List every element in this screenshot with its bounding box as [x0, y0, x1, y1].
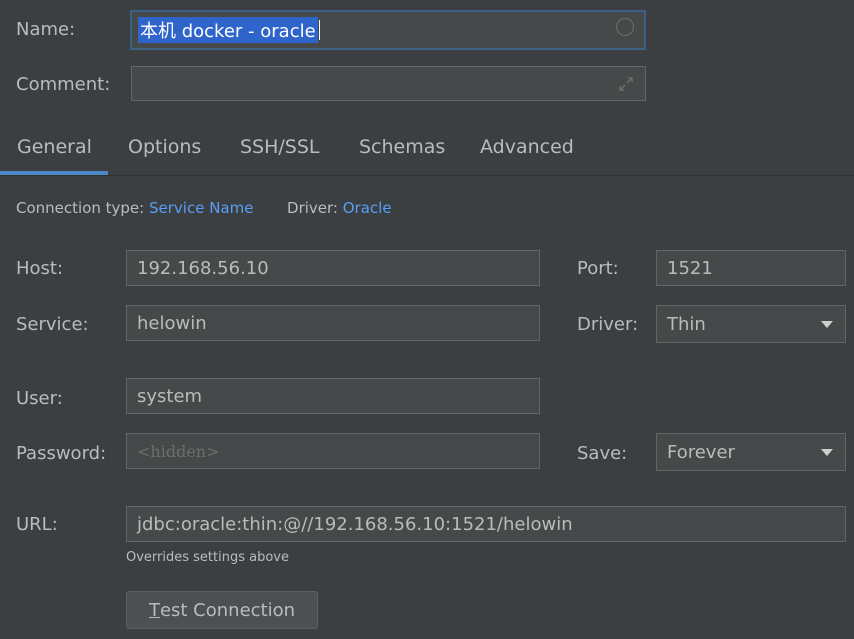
driver-label: Driver: — [577, 314, 639, 335]
tab-ssh-ssl[interactable]: SSH/SSL — [240, 136, 320, 158]
chevron-down-icon — [821, 321, 833, 328]
url-note: Overrides settings above — [126, 550, 289, 565]
port-value: 1521 — [667, 257, 713, 279]
comment-label: Comment: — [16, 74, 111, 95]
name-input[interactable]: 本机 docker - oracle — [130, 10, 646, 50]
tab-advanced[interactable]: Advanced — [480, 136, 574, 158]
password-label: Password: — [16, 443, 107, 464]
driver-select[interactable]: Thin — [656, 305, 846, 343]
service-input[interactable]: helowin — [126, 305, 540, 341]
host-value: 192.168.56.10 — [137, 257, 269, 279]
connection-type-label: Connection type: — [16, 199, 145, 217]
test-connection-label: est Connection — [159, 599, 296, 621]
user-label: User: — [16, 388, 63, 409]
test-connection-button[interactable]: Test Connection — [126, 591, 318, 629]
chevron-down-icon — [821, 449, 833, 456]
save-select[interactable]: Forever — [656, 433, 846, 471]
url-label: URL: — [16, 514, 58, 535]
service-label: Service: — [16, 314, 89, 335]
data-source-dialog: Name: 本机 docker - oracle Comment: Genera… — [0, 0, 854, 639]
url-input[interactable]: jdbc:oracle:thin:@//192.168.56.10:1521/h… — [126, 506, 846, 542]
expand-icon[interactable] — [617, 75, 635, 93]
circle-icon[interactable] — [616, 18, 634, 36]
driver-info-link[interactable]: Oracle — [343, 199, 392, 217]
name-label: Name: — [16, 19, 76, 40]
tab-general[interactable]: General — [17, 136, 92, 158]
url-value: jdbc:oracle:thin:@//192.168.56.10:1521/h… — [137, 513, 573, 535]
name-value: 本机 docker - oracle — [138, 17, 318, 43]
service-value: helowin — [137, 312, 207, 334]
save-selected: Forever — [667, 441, 735, 463]
driver-selected: Thin — [667, 313, 706, 335]
password-input[interactable]: <hidden> — [126, 433, 540, 469]
user-value: system — [137, 385, 203, 407]
connection-info: Connection type: Service Name Driver: Or… — [16, 199, 392, 217]
connection-type-link[interactable]: Service Name — [149, 199, 253, 217]
driver-info-label: Driver: — [287, 199, 338, 217]
host-input[interactable]: 192.168.56.10 — [126, 250, 540, 286]
tab-options[interactable]: Options — [128, 136, 201, 158]
tab-schemas[interactable]: Schemas — [359, 136, 445, 158]
comment-input[interactable] — [131, 66, 646, 101]
password-placeholder: <hidden> — [137, 441, 220, 461]
user-input[interactable]: system — [126, 378, 540, 414]
save-label: Save: — [577, 443, 628, 464]
tab-divider — [0, 175, 854, 176]
port-input[interactable]: 1521 — [656, 250, 846, 286]
test-connection-mnemonic: T — [148, 599, 160, 621]
port-label: Port: — [577, 258, 619, 279]
text-caret — [318, 20, 320, 40]
host-label: Host: — [16, 258, 64, 279]
